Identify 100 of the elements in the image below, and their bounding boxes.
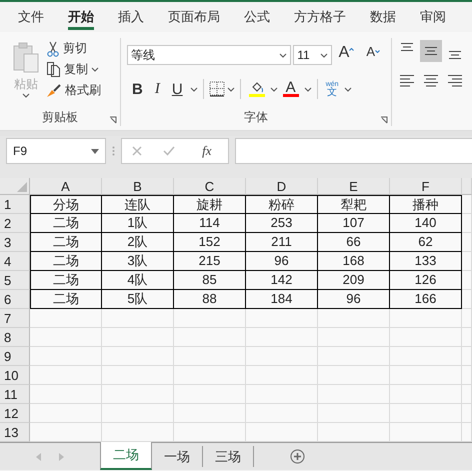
row-header[interactable]: 12: [0, 404, 30, 423]
caret-icon: [22, 93, 30, 98]
table-cell: 85: [174, 271, 246, 290]
table-cell: 215: [174, 252, 246, 271]
align-lines-icon: [400, 43, 414, 51]
down-caret-icon: [375, 50, 380, 53]
table-cell: [462, 404, 472, 423]
caret-icon: [344, 86, 352, 92]
column-header[interactable]: B: [102, 178, 174, 195]
borders-icon[interactable]: [208, 81, 225, 97]
row-header[interactable]: 6: [0, 290, 30, 309]
column-header[interactable]: C: [174, 178, 246, 195]
group-label: 字体: [243, 109, 269, 126]
column-header[interactable]: D: [246, 178, 318, 195]
align-lines-icon: [448, 51, 462, 59]
ribbon-tab[interactable]: 插入: [106, 2, 156, 32]
table-cell: [318, 385, 390, 404]
clipboard-icon: [12, 42, 40, 74]
bold-button[interactable]: B: [127, 78, 148, 100]
ribbon-tab[interactable]: 审阅: [408, 2, 458, 32]
table-cell: [30, 347, 102, 366]
row-header[interactable]: 8: [0, 328, 30, 347]
row-header[interactable]: 1: [0, 195, 30, 214]
table-cell: [462, 233, 472, 252]
table-cell: [30, 404, 102, 423]
cut-button[interactable]: 剪切: [46, 40, 101, 57]
table-cell: [102, 385, 174, 404]
table-cell: [318, 404, 390, 423]
paintbrush-icon: [46, 84, 62, 98]
row-header[interactable]: 7: [0, 309, 30, 328]
table-cell: 88: [174, 290, 246, 309]
row-header[interactable]: 4: [0, 252, 30, 271]
row-header[interactable]: 11: [0, 385, 30, 404]
caret-icon: [304, 86, 312, 92]
table-cell: [462, 271, 472, 290]
format-painter-button[interactable]: 格式刷: [46, 82, 101, 99]
launcher-icon[interactable]: [380, 116, 388, 124]
up-caret-icon: [349, 48, 354, 51]
row-header[interactable]: 10: [0, 366, 30, 385]
table-cell: 二场: [30, 214, 102, 233]
ribbon-tab[interactable]: 方方格子: [282, 2, 358, 32]
ribbon-tab[interactable]: 数据: [358, 2, 408, 32]
table-cell: 3队: [102, 252, 174, 271]
scissors-icon: [46, 40, 60, 56]
table-cell: 152: [174, 233, 246, 252]
formula-field[interactable]: [235, 138, 472, 164]
insert-function-button[interactable]: fx: [196, 142, 218, 160]
table-cell: 粉碎: [246, 195, 318, 214]
row-header[interactable]: 2: [0, 214, 30, 233]
ribbon-tab[interactable]: 文件: [6, 2, 56, 32]
sheet-tab[interactable]: 一场: [152, 446, 203, 467]
ribbon-tab[interactable]: 开始: [56, 2, 106, 32]
table-cell: [462, 290, 472, 309]
column-header[interactable]: E: [318, 178, 390, 195]
plus-icon: [290, 449, 305, 464]
table-cell: [174, 328, 246, 347]
sheet-tab[interactable]: 二场: [100, 442, 152, 470]
ribbon-tab[interactable]: 公式: [232, 2, 282, 32]
align-button[interactable]: [420, 40, 442, 62]
shrink-font-button[interactable]: A: [361, 44, 385, 66]
table-cell: [462, 252, 472, 271]
font-name-field[interactable]: 等线: [127, 45, 292, 65]
font-color-button[interactable]: A: [280, 81, 302, 97]
italic-button[interactable]: I: [150, 78, 165, 100]
copy-button[interactable]: 复制: [46, 61, 101, 78]
table-cell: [174, 366, 246, 385]
table-cell: 犁耙: [318, 195, 390, 214]
table-cell: 62: [390, 233, 462, 252]
table-cell: 96: [318, 290, 390, 309]
underline-button[interactable]: U: [166, 78, 188, 100]
table-cell: [246, 366, 318, 385]
sheet-tab[interactable]: 三场: [203, 446, 254, 467]
name-box[interactable]: F9: [6, 138, 106, 164]
column-header[interactable]: F: [390, 178, 462, 195]
ribbon-tab[interactable]: 页面布局: [156, 2, 232, 32]
table-cell: [174, 385, 246, 404]
table-cell: 4队: [102, 271, 174, 290]
caret-icon: [190, 86, 198, 92]
table-cell: 二场: [30, 252, 102, 271]
table-cell: 旋耕: [174, 195, 246, 214]
table-cell: [390, 309, 462, 328]
table-cell: [102, 404, 174, 423]
table-cell: [318, 328, 390, 347]
table-cell: 66: [318, 233, 390, 252]
grow-font-button[interactable]: A: [334, 44, 360, 66]
row-header[interactable]: 13: [0, 423, 30, 442]
row-header[interactable]: 5: [0, 271, 30, 290]
table-cell: 253: [246, 214, 318, 233]
table-cell: [462, 214, 472, 233]
launcher-icon[interactable]: [109, 116, 117, 124]
font-size-field[interactable]: 11: [293, 45, 332, 65]
align-lines-icon: [424, 47, 438, 55]
row-header[interactable]: 9: [0, 347, 30, 366]
table-cell: [174, 309, 246, 328]
align-lines-icon: [448, 75, 462, 87]
check-icon[interactable]: [163, 146, 176, 156]
table-cell: [174, 347, 246, 366]
row-header[interactable]: 3: [0, 233, 30, 252]
table-cell: [30, 328, 102, 347]
column-header[interactable]: A: [30, 178, 102, 195]
